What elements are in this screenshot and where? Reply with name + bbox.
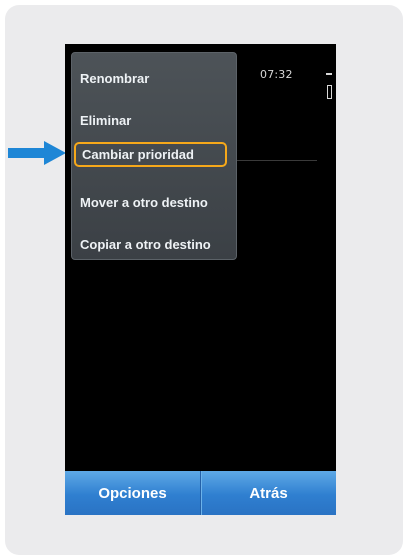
status-time: 07:32	[260, 68, 293, 81]
softkey-bar: Opciones Atrás	[65, 471, 336, 515]
options-softkey[interactable]: Opciones	[65, 471, 200, 515]
menu-item-change-priority[interactable]: Cambiar prioridad	[74, 142, 227, 167]
menu-item-move-destination[interactable]: Mover a otro destino	[72, 183, 236, 221]
options-menu: Renombrar Eliminar Cambiar prioridad Mov…	[71, 52, 237, 260]
menu-item-delete[interactable]: Eliminar	[72, 101, 236, 139]
menu-item-rename[interactable]: Renombrar	[72, 59, 236, 97]
right-arrow-icon	[8, 141, 68, 165]
phone-screen: 07:32 Renombrar Eliminar Cambiar priorid…	[65, 44, 336, 515]
list-divider	[237, 160, 317, 161]
battery-indicator-icon	[327, 85, 332, 99]
back-softkey[interactable]: Atrás	[201, 471, 336, 515]
signal-indicator-icon	[326, 73, 332, 75]
menu-item-copy-destination[interactable]: Copiar a otro destino	[72, 225, 236, 263]
status-indicators	[324, 68, 336, 104]
